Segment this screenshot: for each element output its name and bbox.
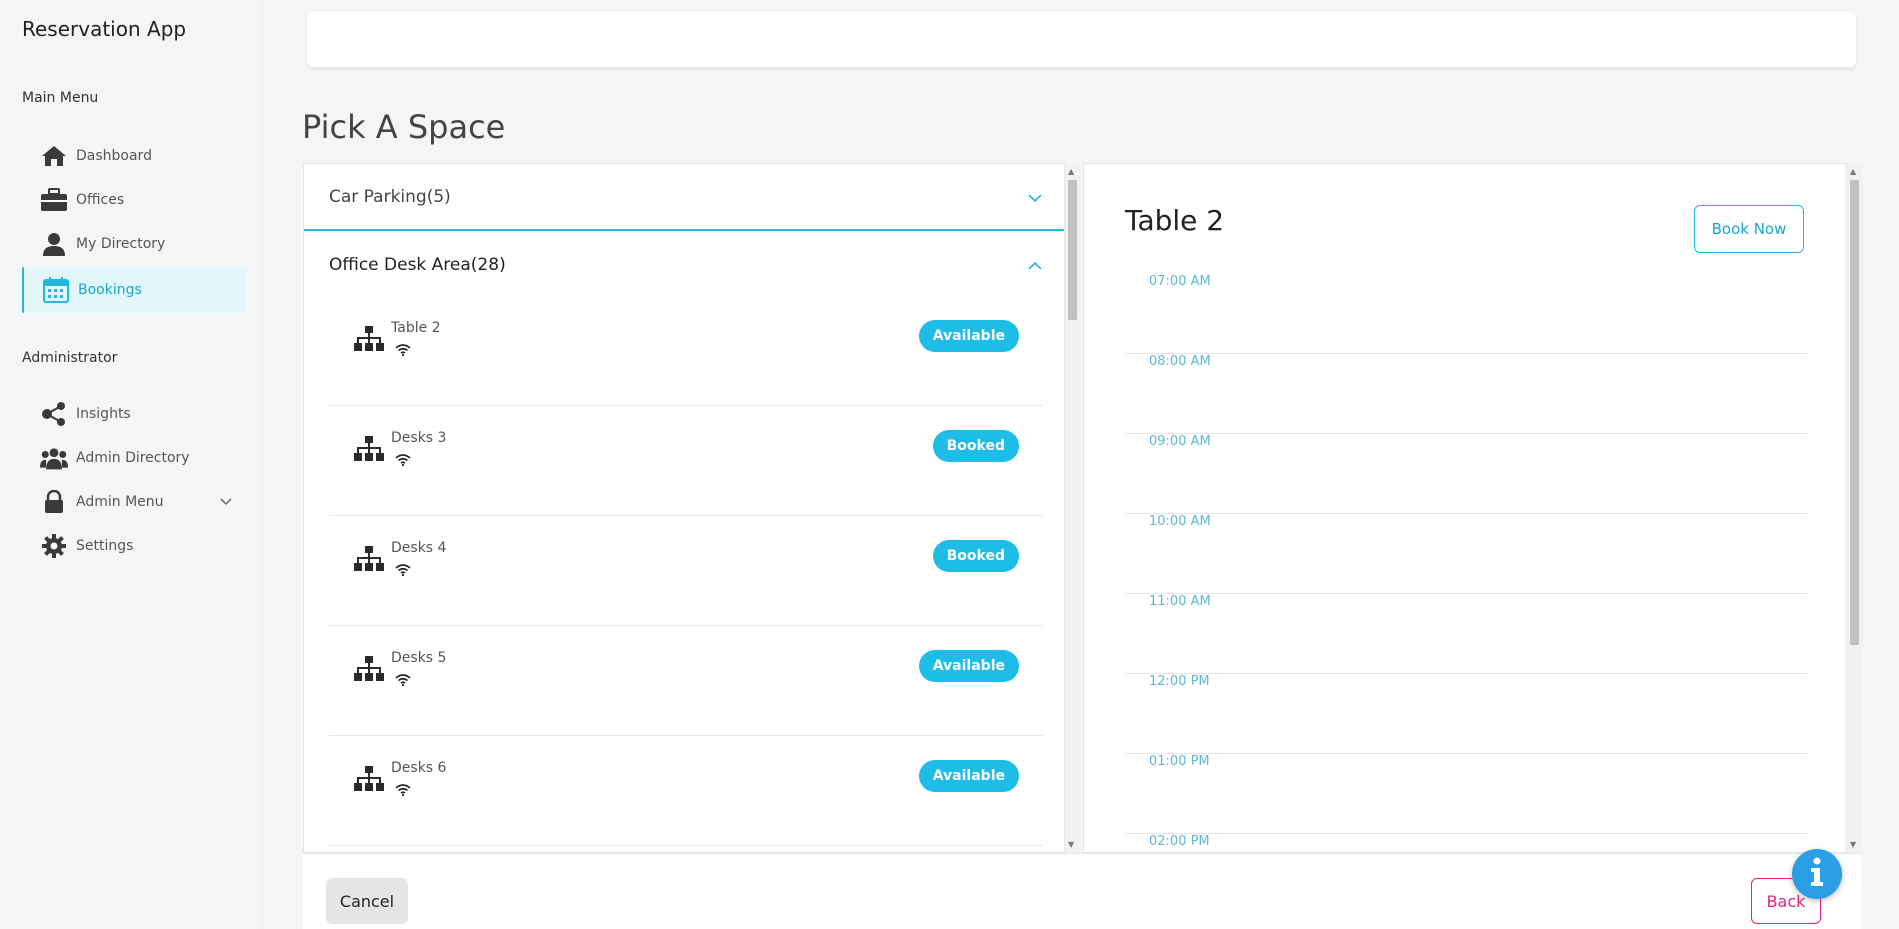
wifi-icon [395,781,411,800]
user-icon [40,230,68,258]
detail-title: Table 2 [1125,204,1225,237]
status-badge: Available [918,320,1019,352]
users-icon [40,444,68,472]
accordion-office-desk-area[interactable]: Office Desk Area(28) [304,231,1064,298]
desk-row[interactable]: Desks 4 Booked [329,516,1043,626]
time-slot[interactable]: 10:00 AM [1125,514,1807,594]
scroll-down-icon[interactable]: ▼ [1850,840,1856,849]
time-slots: 07:00 AM 08:00 AM 09:00 AM 10:00 AM 11:0… [1125,274,1807,852]
sidebar-item-dashboard[interactable]: Dashboard [22,133,246,179]
time-slot-label: 02:00 PM [1149,834,1210,849]
main-menu-label: Main Menu [22,90,99,106]
sidebar-item-settings[interactable]: Settings [22,523,246,569]
desk-row[interactable]: Table 2 Available [329,296,1043,406]
desk-name: Table 2 [391,320,441,336]
detail-panel: Table 2 Book Now 07:00 AM 08:00 AM 09:00… [1083,163,1847,853]
app-title: Reservation App [22,17,187,41]
time-slot[interactable]: 12:00 PM [1125,674,1807,754]
sidebar-item-my-directory[interactable]: My Directory [22,221,246,267]
network-icon [354,326,384,356]
network-icon [354,436,384,466]
status-badge: Available [918,650,1019,682]
page-title: Pick A Space [302,108,506,146]
scrollbar-thumb[interactable] [1068,180,1077,320]
sidebar-item-label: Offices [76,192,125,208]
desk-name: Desks 6 [391,760,447,776]
wifi-icon [395,451,411,470]
sidebar-item-bookings[interactable]: Bookings [22,267,246,313]
info-icon [1807,857,1827,891]
desk-name: Desks 3 [391,430,447,446]
wifi-icon [395,341,411,360]
scroll-down-icon[interactable]: ▼ [1068,840,1074,849]
time-slot-label: 12:00 PM [1149,674,1210,689]
time-slot-label: 11:00 AM [1149,594,1211,609]
administrator-label: Administrator [22,350,118,366]
sidebar-item-label: Admin Menu [76,494,164,510]
top-bar [307,12,1856,67]
sidebar-item-insights[interactable]: Insights [22,391,246,437]
spaces-panel: Car Parking(5) Office Desk Area(28) Tabl… [303,163,1065,853]
lock-icon [40,488,68,516]
time-slot-label: 08:00 AM [1149,354,1211,369]
accordion-label: Car Parking(5) [329,186,451,207]
network-icon [354,766,384,796]
cancel-button[interactable]: Cancel [326,878,408,924]
gear-icon [40,532,68,560]
sidebar-item-label: Insights [76,406,131,422]
book-now-button[interactable]: Book Now [1694,205,1804,253]
desk-name: Desks 4 [391,540,447,556]
sidebar-item-label: Dashboard [76,148,152,164]
sidebar-item-label: My Directory [76,236,166,252]
time-slot-label: 10:00 AM [1149,514,1211,529]
time-slot[interactable]: 02:00 PM [1125,834,1807,852]
time-slot[interactable]: 11:00 AM [1125,594,1807,674]
wifi-icon [395,671,411,690]
time-slot[interactable]: 08:00 AM [1125,354,1807,434]
time-slot[interactable]: 09:00 AM [1125,434,1807,514]
accordion-car-parking[interactable]: Car Parking(5) [304,164,1064,231]
sidebar-item-admin-directory[interactable]: Admin Directory [22,435,246,481]
network-icon [354,546,384,576]
time-slot-label: 09:00 AM [1149,434,1211,449]
status-badge: Booked [932,540,1019,572]
desk-name: Desks 5 [391,650,447,666]
status-badge: Available [918,760,1019,792]
sidebar-item-label: Settings [76,538,134,554]
footer: Cancel Back [303,853,1862,929]
scrollbar-thumb[interactable] [1850,180,1859,645]
scroll-up-icon[interactable]: ▲ [1068,167,1074,176]
sidebar-item-label: Admin Directory [76,450,190,466]
briefcase-icon [40,186,68,214]
chevron-up-icon [1028,255,1042,275]
detail-scrollbar[interactable]: ▲ ▼ [1847,163,1862,853]
network-icon [354,656,384,686]
spaces-scrollbar[interactable]: ▲ ▼ [1065,163,1080,853]
sidebar-item-admin-menu[interactable]: Admin Menu [22,479,246,525]
sidebar: Reservation App Main Menu Dashboard Offi… [0,0,263,929]
time-slot-label: 01:00 PM [1149,754,1210,769]
desk-row[interactable]: Desks 5 Available [329,626,1043,736]
chevron-down-icon [220,494,232,510]
accordion-label: Office Desk Area(28) [329,254,506,275]
status-badge: Booked [932,430,1019,462]
info-button[interactable] [1792,849,1842,899]
time-slot[interactable]: 07:00 AM [1125,274,1807,354]
desk-row[interactable]: Desks 6 Available [329,736,1043,846]
desk-list: Table 2 Available Desks 3 Booked Desks 4 [329,296,1043,846]
time-slot[interactable]: 01:00 PM [1125,754,1807,834]
scroll-up-icon[interactable]: ▲ [1850,167,1856,176]
wifi-icon [395,561,411,580]
chevron-down-icon [1028,188,1042,208]
share-icon [40,400,68,428]
time-slot-label: 07:00 AM [1149,274,1211,289]
sidebar-item-offices[interactable]: Offices [22,177,246,223]
home-icon [40,142,68,170]
calendar-icon [42,276,70,304]
desk-row[interactable]: Desks 3 Booked [329,406,1043,516]
sidebar-item-label: Bookings [78,282,142,298]
